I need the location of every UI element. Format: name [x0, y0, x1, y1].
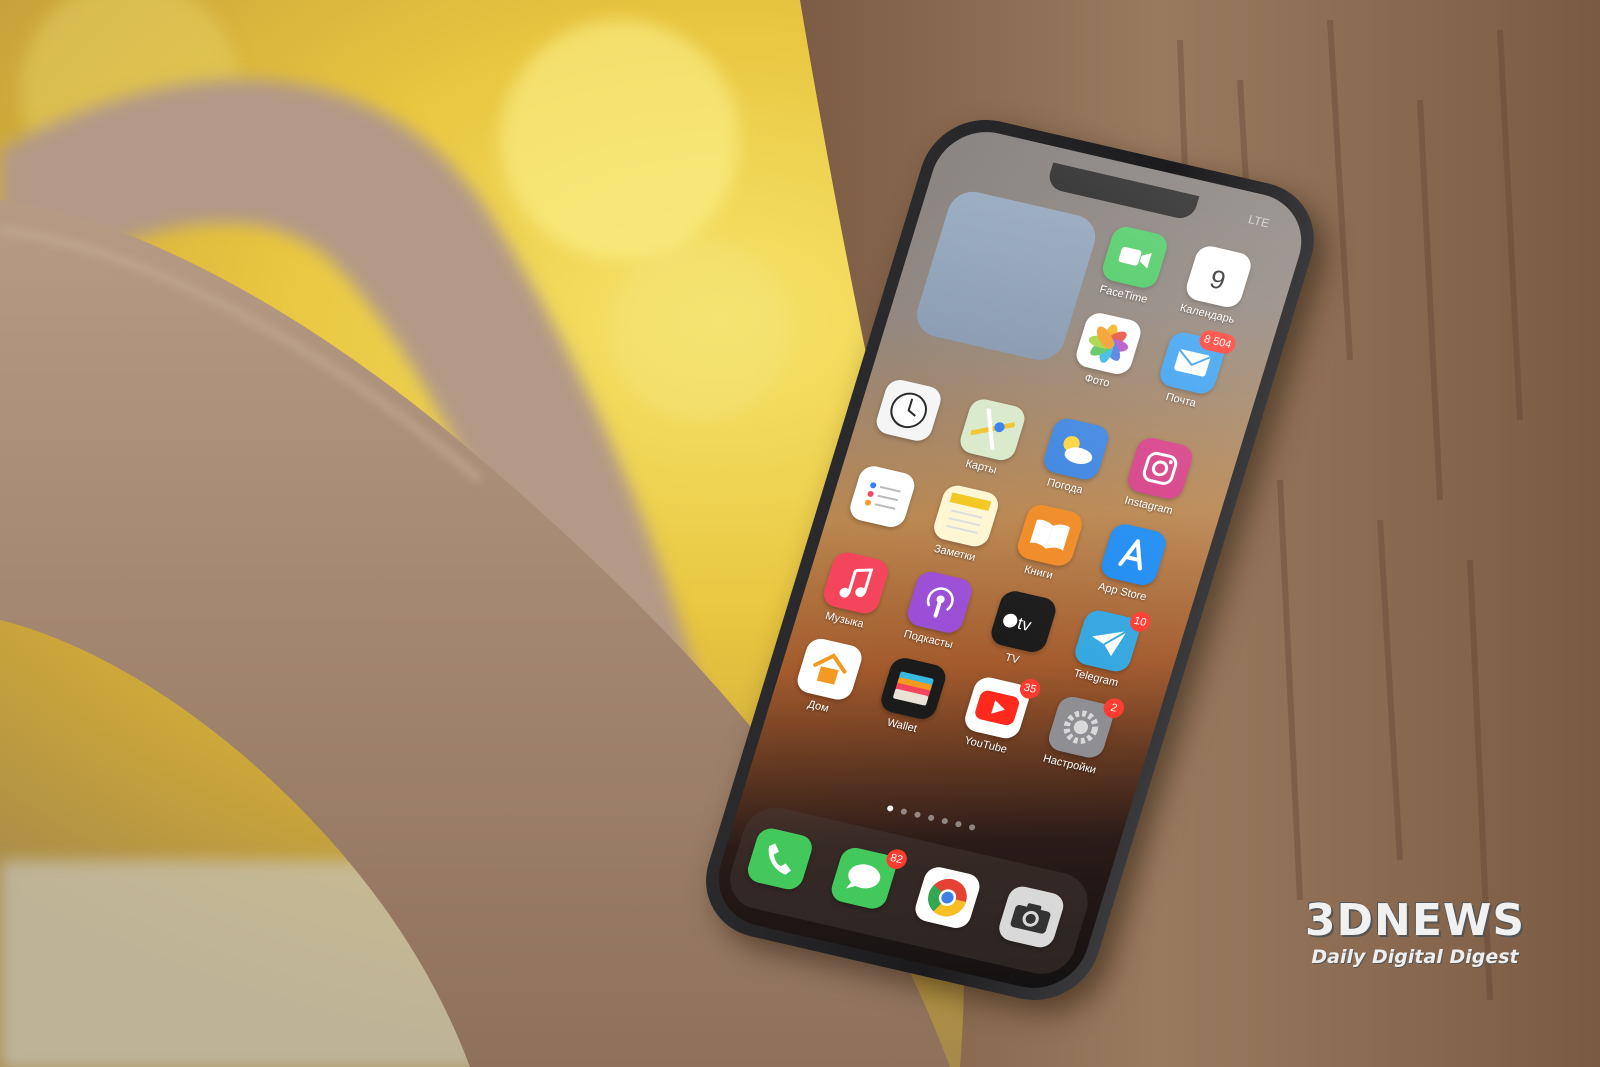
- app-instagram[interactable]: Instagram: [1113, 434, 1203, 520]
- app-music[interactable]: Музыка: [809, 548, 899, 634]
- open-book-icon: [1014, 502, 1086, 569]
- app-weather[interactable]: Погода: [1029, 414, 1119, 500]
- notification-badge: 8 504: [1197, 328, 1238, 356]
- status-carrier: LTE: [1246, 212, 1272, 231]
- page-dot[interactable]: [940, 817, 949, 825]
- app-notes[interactable]: Заметки: [919, 481, 1009, 567]
- page-dot[interactable]: [900, 808, 908, 816]
- photos-flower-icon: [1073, 310, 1144, 377]
- app-mail[interactable]: 8 504 Почта: [1145, 328, 1238, 414]
- notification-badge: 82: [883, 847, 910, 872]
- notepad-icon: [930, 482, 1002, 550]
- music-note-icon: [820, 549, 892, 617]
- app-youtube[interactable]: 35 YouTube: [950, 673, 1043, 759]
- svg-text:tv: tv: [1015, 614, 1034, 635]
- clock-icon: [873, 377, 945, 444]
- house-icon: [794, 636, 866, 703]
- watermark-logo: 3DNEWS: [1304, 895, 1526, 946]
- gear-icon: 2: [1045, 694, 1127, 761]
- play-triangle-icon: 35: [961, 674, 1043, 742]
- app-chrome[interactable]: [905, 863, 990, 932]
- map-icon: [956, 396, 1028, 463]
- video-camera-icon: [1099, 224, 1171, 291]
- app-clock[interactable]: [866, 376, 951, 445]
- page-dot[interactable]: [927, 814, 935, 822]
- app-books[interactable]: Книги: [1003, 501, 1093, 587]
- app-facetime[interactable]: FaceTime: [1088, 223, 1178, 309]
- list-icon: [846, 463, 918, 530]
- app-camera[interactable]: [989, 882, 1074, 951]
- app-calendar[interactable]: 9 Календарь: [1171, 242, 1261, 328]
- app-wallet[interactable]: Wallet: [866, 654, 956, 740]
- calendar-day-icon: 9: [1183, 243, 1255, 310]
- podcast-icon: [904, 569, 976, 636]
- app-maps[interactable]: Карты: [945, 395, 1035, 481]
- apple-tv-icon: tv: [988, 588, 1059, 655]
- app-tv[interactable]: tv TV: [976, 587, 1066, 673]
- app-telegram[interactable]: 10 Telegram: [1060, 606, 1153, 692]
- watermark: 3DNEWS Daily Digital Digest: [1290, 895, 1540, 968]
- wallet-cards-icon: [877, 655, 949, 722]
- chrome-icon: [911, 864, 983, 931]
- app-settings[interactable]: 2 Настройки: [1034, 693, 1127, 779]
- envelope-icon: 8 504: [1156, 328, 1238, 397]
- instagram-camera-icon: [1124, 435, 1196, 502]
- app-podcasts[interactable]: Подкасты: [892, 568, 982, 654]
- page-dot[interactable]: [913, 811, 922, 819]
- notification-badge: 10: [1127, 609, 1153, 634]
- app-messages[interactable]: 82: [821, 844, 910, 913]
- speech-bubble-icon: 82: [828, 845, 910, 912]
- app-home[interactable]: Дом: [782, 634, 872, 720]
- watermark-tagline: Daily Digital Digest: [1311, 946, 1519, 968]
- page-dot[interactable]: [886, 804, 895, 812]
- phone-handset-icon: [744, 825, 816, 893]
- photo-scene: LTE FaceTime 9 Календарь Фото 8 504 Почта Карт…: [0, 0, 1600, 1067]
- page-dot[interactable]: [968, 823, 976, 831]
- page-dot[interactable]: [954, 820, 963, 828]
- app-reminders[interactable]: [840, 462, 925, 531]
- camera-icon: [995, 883, 1067, 951]
- app-store-a-icon: [1098, 521, 1170, 588]
- paper-plane-icon: 10: [1071, 607, 1153, 675]
- svg-text:9: 9: [1206, 264, 1229, 296]
- app-appstore[interactable]: App Store: [1086, 520, 1176, 606]
- app-phone[interactable]: [738, 824, 823, 893]
- app-photos[interactable]: Фото: [1061, 309, 1151, 395]
- weather-cloud-sun-icon: [1040, 415, 1112, 483]
